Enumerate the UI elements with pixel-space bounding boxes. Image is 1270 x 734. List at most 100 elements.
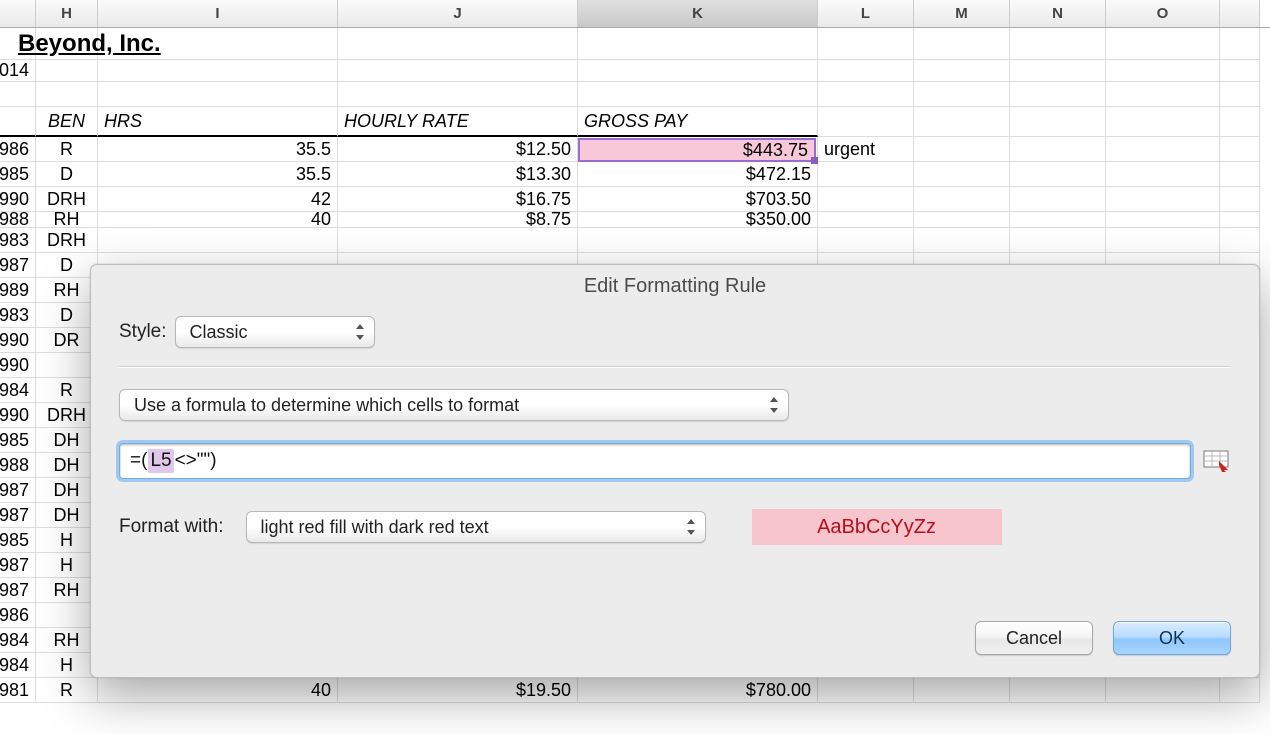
cell[interactable]: 990 bbox=[0, 187, 36, 212]
cell[interactable]: RH bbox=[36, 278, 98, 303]
cell[interactable]: 40 bbox=[98, 212, 338, 228]
cell[interactable]: 986 bbox=[0, 603, 36, 628]
column-header-tail[interactable] bbox=[1220, 0, 1260, 27]
page-title: Beyond, Inc. bbox=[12, 28, 167, 60]
cell[interactable]: DH bbox=[36, 478, 98, 503]
col-heading-hourly[interactable]: HOURLY RATE bbox=[338, 107, 578, 137]
column-header[interactable]: O bbox=[1106, 0, 1220, 27]
ok-button[interactable]: OK bbox=[1113, 621, 1231, 655]
cell[interactable]: DRH bbox=[36, 187, 98, 212]
divider bbox=[119, 366, 1231, 367]
cell[interactable]: DR bbox=[36, 328, 98, 353]
cell[interactable]: H bbox=[36, 653, 98, 678]
cell[interactable]: urgent bbox=[818, 137, 914, 162]
cell[interactable]: R bbox=[36, 378, 98, 403]
col-heading-gross[interactable]: GROSS PAY bbox=[578, 107, 818, 137]
cell[interactable]: $780.00 bbox=[578, 678, 818, 703]
cell[interactable]: 990 bbox=[0, 353, 36, 378]
cell[interactable] bbox=[36, 353, 98, 378]
format-with-select[interactable]: light red fill with dark red text bbox=[246, 511, 706, 543]
cell[interactable]: 987 bbox=[0, 578, 36, 603]
cell[interactable]: 986 bbox=[0, 137, 36, 162]
cell[interactable]: RH bbox=[36, 628, 98, 653]
formula-input[interactable]: =(L5<>"") bbox=[119, 443, 1191, 479]
column-header-blank[interactable] bbox=[0, 0, 36, 27]
cell[interactable]: DRH bbox=[36, 228, 98, 253]
cell[interactable]: 987 bbox=[0, 253, 36, 278]
cell[interactable]: 40 bbox=[98, 678, 338, 703]
cell[interactable]: 988 bbox=[0, 453, 36, 478]
cell[interactable]: 990 bbox=[0, 328, 36, 353]
column-header[interactable]: N bbox=[1010, 0, 1106, 27]
cell[interactable] bbox=[36, 603, 98, 628]
cell[interactable]: $12.50 bbox=[338, 137, 578, 162]
cell[interactable]: RH bbox=[36, 578, 98, 603]
formula-cell-ref: L5 bbox=[148, 449, 173, 473]
style-select-value: Classic bbox=[190, 322, 248, 343]
edit-formatting-rule-dialog: Edit Formatting Rule Style: Classic Use … bbox=[90, 264, 1260, 678]
cell[interactable]: 989 bbox=[0, 278, 36, 303]
cell[interactable]: 35.5 bbox=[98, 137, 338, 162]
cell[interactable]: 42 bbox=[98, 187, 338, 212]
column-header-selected[interactable]: K bbox=[578, 0, 818, 27]
cell[interactable]: H bbox=[36, 528, 98, 553]
cell[interactable]: $472.15 bbox=[578, 162, 818, 187]
cell[interactable]: R bbox=[36, 678, 98, 703]
cell[interactable]: 983 bbox=[0, 303, 36, 328]
cell-selected[interactable] bbox=[578, 137, 818, 162]
range-picker-button[interactable] bbox=[1201, 448, 1231, 474]
cell[interactable]: DH bbox=[36, 453, 98, 478]
cell[interactable]: DH bbox=[36, 428, 98, 453]
cell[interactable]: 981 bbox=[0, 678, 36, 703]
rule-type-select[interactable]: Use a formula to determine which cells t… bbox=[119, 389, 789, 421]
cell[interactable]: $19.50 bbox=[338, 678, 578, 703]
formula-text: <>"") bbox=[175, 450, 217, 472]
style-label: Style: bbox=[119, 321, 167, 343]
cancel-button[interactable]: Cancel bbox=[975, 621, 1093, 655]
cell[interactable]: 014 bbox=[0, 60, 36, 82]
cell[interactable]: $350.00 bbox=[578, 212, 818, 228]
column-header[interactable]: H bbox=[36, 0, 98, 27]
cell[interactable]: 984 bbox=[0, 653, 36, 678]
chevron-updown-icon bbox=[768, 397, 780, 413]
cell[interactable]: 985 bbox=[0, 162, 36, 187]
cell[interactable]: 985 bbox=[0, 528, 36, 553]
col-heading-hrs[interactable]: HRS bbox=[98, 107, 338, 137]
cell[interactable]: 984 bbox=[0, 628, 36, 653]
format-with-value: light red fill with dark red text bbox=[261, 517, 489, 538]
cell[interactable]: D bbox=[36, 162, 98, 187]
cell[interactable]: H bbox=[36, 553, 98, 578]
cell[interactable]: 983 bbox=[0, 228, 36, 253]
cell[interactable]: DRH bbox=[36, 403, 98, 428]
cell[interactable]: D bbox=[36, 303, 98, 328]
cell[interactable]: $8.75 bbox=[338, 212, 578, 228]
cell[interactable]: R bbox=[36, 137, 98, 162]
ok-button-label: OK bbox=[1159, 628, 1185, 649]
cell[interactable]: RH bbox=[36, 212, 98, 228]
cell[interactable]: 985 bbox=[0, 428, 36, 453]
cell[interactable]: $703.50 bbox=[578, 187, 818, 212]
cell[interactable]: 987 bbox=[0, 478, 36, 503]
column-header[interactable]: M bbox=[914, 0, 1010, 27]
chevron-updown-icon bbox=[685, 519, 697, 535]
column-header[interactable]: L bbox=[818, 0, 914, 27]
cell[interactable]: DH bbox=[36, 503, 98, 528]
cell[interactable]: 987 bbox=[0, 553, 36, 578]
cell[interactable]: $13.30 bbox=[338, 162, 578, 187]
column-header[interactable]: I bbox=[98, 0, 338, 27]
cell[interactable]: 990 bbox=[0, 403, 36, 428]
cell[interactable]: 35.5 bbox=[98, 162, 338, 187]
cell[interactable]: $16.75 bbox=[338, 187, 578, 212]
column-header-row: H I J K L M N O bbox=[0, 0, 1270, 28]
rule-type-value: Use a formula to determine which cells t… bbox=[134, 395, 519, 416]
dialog-title: Edit Formatting Rule bbox=[91, 265, 1259, 310]
dialog-button-bar: Cancel OK bbox=[975, 621, 1231, 655]
cell[interactable]: 984 bbox=[0, 378, 36, 403]
col-heading-ben[interactable]: BEN bbox=[36, 107, 98, 137]
cell[interactable]: 988 bbox=[0, 212, 36, 228]
cell[interactable]: 987 bbox=[0, 503, 36, 528]
style-select[interactable]: Classic bbox=[175, 316, 375, 348]
formula-text: =( bbox=[130, 450, 147, 472]
column-header[interactable]: J bbox=[338, 0, 578, 27]
cell[interactable]: D bbox=[36, 253, 98, 278]
